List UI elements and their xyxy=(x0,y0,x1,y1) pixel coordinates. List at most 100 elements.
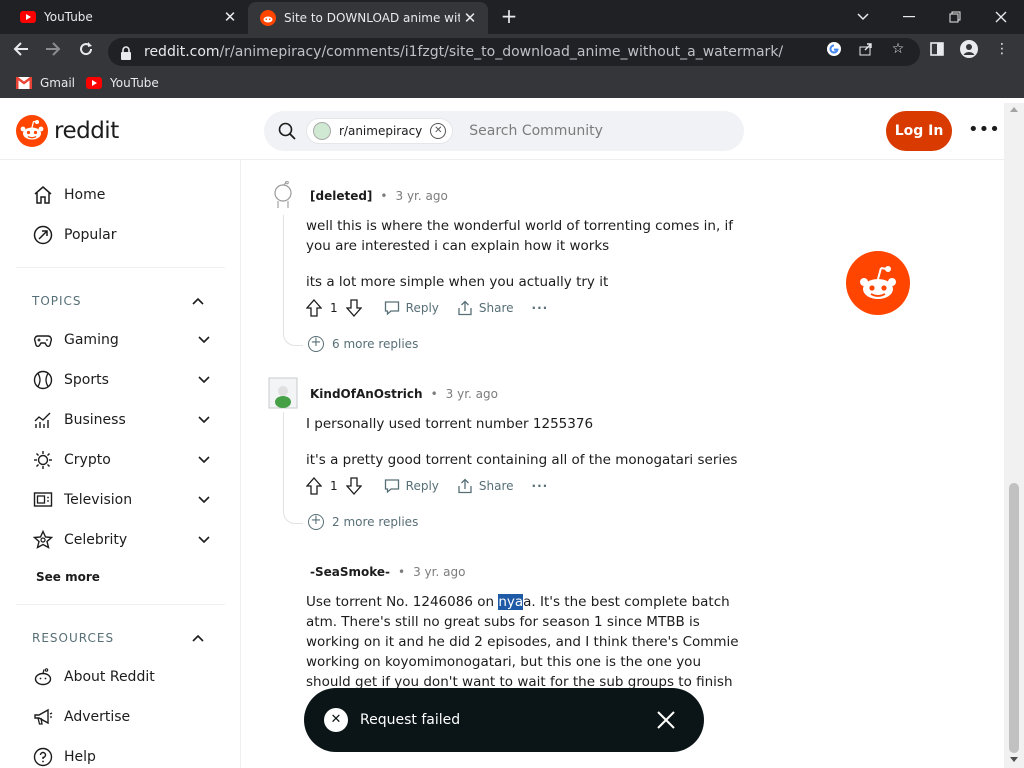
tab-reddit[interactable]: Site to DOWNLOAD anime witho ✕ xyxy=(248,2,488,34)
comment-body: well this is where the wonderful world o… xyxy=(306,216,746,292)
close-window-button[interactable] xyxy=(978,0,1024,34)
community-chip-label: r/animepiracy xyxy=(339,124,423,138)
chevron-down-icon[interactable] xyxy=(196,532,212,548)
sidebar-item-about-reddit[interactable]: About Reddit xyxy=(32,657,212,697)
close-icon[interactable] xyxy=(654,708,678,732)
comment-meta: KindOfAnOstrich • 3 yr. ago xyxy=(310,387,498,401)
lock-icon[interactable] xyxy=(120,45,134,60)
chevron-down-icon[interactable] xyxy=(196,332,212,348)
reddit-logo[interactable]: reddit xyxy=(16,115,119,147)
topics-heading[interactable]: TOPICS xyxy=(32,294,82,308)
sidebar-item-sports[interactable]: Sports xyxy=(32,360,212,400)
thread-line xyxy=(283,215,284,330)
downvote-icon[interactable] xyxy=(345,299,362,317)
minimize-button[interactable] xyxy=(886,0,932,34)
new-tab-button[interactable]: + xyxy=(498,5,520,27)
share-button[interactable]: Share xyxy=(457,300,514,316)
bookmark-label: Gmail xyxy=(40,76,76,90)
upvote-icon[interactable] xyxy=(306,299,322,317)
side-panel-icon[interactable] xyxy=(928,40,946,58)
more-options-icon[interactable]: ··· xyxy=(532,301,549,315)
tab-youtube[interactable]: YouTube ✕ xyxy=(8,0,248,34)
vote-count: 1 xyxy=(330,301,338,315)
comment-timestamp[interactable]: 3 yr. ago xyxy=(446,387,498,401)
chevron-up-icon[interactable] xyxy=(190,630,206,646)
crypto-icon xyxy=(32,449,54,471)
share-icon[interactable] xyxy=(857,40,875,58)
chevron-down-icon[interactable] xyxy=(196,452,212,468)
tab-search-icon[interactable] xyxy=(840,0,886,34)
close-tab-icon[interactable]: ✕ xyxy=(220,8,240,26)
reply-icon xyxy=(384,479,399,494)
sidebar-item-home[interactable]: Home xyxy=(32,175,212,215)
scroll-up-arrow[interactable] xyxy=(1010,107,1018,112)
page-scrollbar[interactable] xyxy=(1004,103,1024,768)
scrollbar-thumb[interactable] xyxy=(1009,483,1019,753)
share-button[interactable]: Share xyxy=(457,478,514,494)
sidebar-item-gaming[interactable]: Gaming xyxy=(32,320,212,360)
chevron-down-icon[interactable] xyxy=(196,412,212,428)
comment-author[interactable]: -SeaSmoke- xyxy=(310,565,390,579)
scroll-down-arrow[interactable] xyxy=(1010,757,1018,762)
reply-button[interactable]: Reply xyxy=(384,478,439,494)
downvote-icon[interactable] xyxy=(345,477,362,495)
more-options-icon[interactable]: ··· xyxy=(532,479,549,493)
thread-line xyxy=(283,508,303,524)
sidebar-item-television[interactable]: Television xyxy=(32,480,212,520)
resources-heading[interactable]: RESOURCES xyxy=(32,631,114,645)
comment-author[interactable]: KindOfAnOstrich xyxy=(310,387,423,401)
comment-timestamp[interactable]: 3 yr. ago xyxy=(413,565,465,579)
bookmark-gmail[interactable]: Gmail xyxy=(15,76,76,90)
url-text: reddit.com/r/animepiracy/comments/i1fzgt… xyxy=(144,44,784,60)
forward-button[interactable] xyxy=(42,41,64,63)
profile-icon[interactable] xyxy=(960,40,978,58)
reply-button[interactable]: Reply xyxy=(384,300,439,316)
comment-actions: 1 Reply Share ··· xyxy=(306,476,566,496)
more-replies-button[interactable]: + 6 more replies xyxy=(308,336,418,352)
search-bar[interactable]: r/animepiracy ✕ Search Community xyxy=(264,111,744,151)
error-toast: ✕ Request failed xyxy=(304,688,704,752)
see-more-link[interactable]: See more xyxy=(36,570,100,584)
megaphone-icon xyxy=(32,706,54,728)
chevron-down-icon[interactable] xyxy=(196,492,212,508)
sidebar-divider xyxy=(16,267,225,268)
clear-community-icon[interactable]: ✕ xyxy=(430,123,447,139)
search-input[interactable]: Search Community xyxy=(469,123,603,139)
close-tab-icon[interactable]: ✕ xyxy=(460,9,480,27)
bookmark-youtube[interactable]: YouTube xyxy=(86,76,159,90)
google-icon[interactable] xyxy=(825,40,843,58)
sidebar-item-crypto[interactable]: Crypto xyxy=(32,440,212,480)
restore-button[interactable] xyxy=(932,0,978,34)
sidebar-item-advertise[interactable]: Advertise xyxy=(32,697,212,737)
comment-timestamp[interactable]: 3 yr. ago xyxy=(396,189,448,203)
reload-button[interactable] xyxy=(75,41,97,63)
sidebar-item-business[interactable]: Business xyxy=(32,400,212,440)
sidebar-item-popular[interactable]: Popular xyxy=(32,215,212,255)
omnibox[interactable]: reddit.com/r/animepiracy/comments/i1fzgt… xyxy=(108,38,920,66)
comment-meta: -SeaSmoke- • 3 yr. ago xyxy=(310,565,466,579)
tab-title: YouTube xyxy=(44,10,93,24)
back-button[interactable] xyxy=(10,41,32,63)
sidebar-item-help[interactable]: Help xyxy=(32,737,212,768)
sidebar-item-label: Gaming xyxy=(64,332,119,348)
login-button[interactable]: Log In xyxy=(886,111,952,151)
comment-paragraph: Use torrent No. 1246086 on nyaa. It's th… xyxy=(306,594,739,690)
chevron-down-icon[interactable] xyxy=(196,372,212,388)
user-avatar[interactable] xyxy=(268,377,298,409)
chevron-up-icon[interactable] xyxy=(190,293,206,309)
comment-body: I personally used torrent number 1255376… xyxy=(306,414,746,470)
browser-menu-icon[interactable]: ⋮ xyxy=(993,40,1011,58)
search-icon xyxy=(278,122,296,140)
gamepad-icon xyxy=(32,329,54,351)
bookmark-star-icon[interactable]: ☆ xyxy=(889,40,907,58)
community-chip[interactable]: r/animepiracy ✕ xyxy=(306,118,454,144)
upvote-icon[interactable] xyxy=(306,477,322,495)
more-replies-button[interactable]: + 2 more replies xyxy=(308,514,418,530)
more-options-icon[interactable]: ••• xyxy=(968,119,1000,143)
sidebar-item-label: Popular xyxy=(64,227,117,243)
sidebar-item-celebrity[interactable]: Celebrity xyxy=(32,520,212,560)
youtube-icon xyxy=(20,9,36,25)
sidebar-item-label: Business xyxy=(64,412,126,428)
comment-actions: 1 Reply Share ··· xyxy=(306,298,566,318)
reddit-snoo-button[interactable] xyxy=(846,251,910,315)
